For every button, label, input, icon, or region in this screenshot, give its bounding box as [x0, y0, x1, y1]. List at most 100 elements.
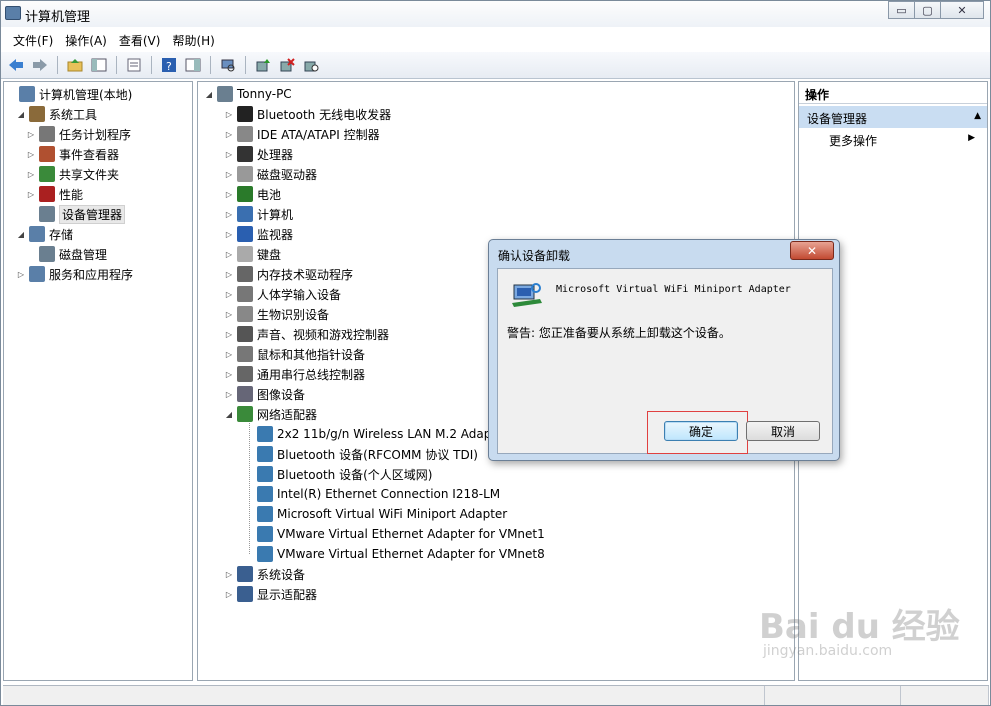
- network-adapter-item[interactable]: VMware Virtual Ethernet Adapter for VMne…: [244, 544, 545, 564]
- title-bar: 计算机管理 ▭ ▢ ✕: [1, 1, 990, 27]
- ok-button[interactable]: 确定: [664, 421, 738, 441]
- device-icon: [217, 86, 233, 102]
- collapsed-arrow-icon[interactable]: ▷: [26, 130, 36, 139]
- category-node[interactable]: ▷ 磁盘驱动器: [224, 164, 317, 184]
- collapsed-arrow-icon[interactable]: ▷: [224, 230, 234, 239]
- collapsed-arrow-icon[interactable]: ▷: [224, 310, 234, 319]
- expanded-arrow-icon[interactable]: ◢: [224, 410, 234, 419]
- device-label: IDE ATA/ATAPI 控制器: [257, 127, 380, 142]
- submenu-arrow-icon: ▶: [968, 133, 975, 143]
- collapsed-arrow-icon[interactable]: ▷: [224, 150, 234, 159]
- action-pane-icon[interactable]: [182, 54, 204, 76]
- category-node[interactable]: ▷ 计算机: [224, 204, 293, 224]
- collapsed-arrow-icon[interactable]: ▷: [224, 290, 234, 299]
- event-viewer-node[interactable]: ▷ 事件查看器: [26, 144, 119, 164]
- export-list-icon[interactable]: [123, 54, 145, 76]
- device-label: 监视器: [257, 227, 294, 242]
- category-node[interactable]: ▷ 处理器: [224, 144, 293, 164]
- menu-bar: 文件(F) 操作(A) 查看(V) 帮助(H): [1, 29, 990, 51]
- device-manager-icon: [39, 206, 55, 222]
- category-node[interactable]: ▷ Bluetooth 无线电收发器: [224, 104, 391, 124]
- collapsed-arrow-icon[interactable]: ▷: [224, 250, 234, 259]
- shared-folders-icon: [39, 166, 55, 182]
- category-node[interactable]: ▷ IDE ATA/ATAPI 控制器: [224, 124, 380, 144]
- network-adapter-item[interactable]: Microsoft Virtual WiFi Miniport Adapter: [244, 504, 507, 524]
- show-hide-tree-icon[interactable]: [88, 54, 110, 76]
- collapsed-arrow-icon[interactable]: ▷: [224, 390, 234, 399]
- collapsed-arrow-icon[interactable]: ▷: [224, 270, 234, 279]
- expanded-arrow-icon[interactable]: ◢: [16, 230, 26, 239]
- collapsed-arrow-icon[interactable]: ▷: [224, 590, 234, 599]
- cancel-button[interactable]: 取消: [746, 421, 820, 441]
- category-node[interactable]: ▷ 监视器: [224, 224, 293, 244]
- collapsed-arrow-icon[interactable]: ▷: [16, 270, 26, 279]
- task-scheduler-node[interactable]: ▷ 任务计划程序: [26, 124, 131, 144]
- more-actions-item[interactable]: 更多操作: [829, 132, 877, 149]
- scan-hardware-icon[interactable]: [217, 54, 239, 76]
- collapsed-arrow-icon[interactable]: ▷: [224, 210, 234, 219]
- network-adapter-item[interactable]: Intel(R) Ethernet Connection I218-LM: [244, 484, 500, 504]
- collapsed-arrow-icon[interactable]: ▷: [224, 110, 234, 119]
- collapsed-arrow-icon[interactable]: ▷: [224, 190, 234, 199]
- expanded-arrow-icon[interactable]: ◢: [16, 110, 26, 119]
- category-node[interactable]: ▷ 键盘: [224, 244, 281, 264]
- update-driver-icon[interactable]: [252, 54, 274, 76]
- collapsed-arrow-icon[interactable]: ▷: [26, 190, 36, 199]
- expanded-arrow-icon[interactable]: ◢: [204, 90, 214, 99]
- up-icon[interactable]: [64, 54, 86, 76]
- maximize-button[interactable]: ▢: [914, 1, 940, 19]
- collapsed-arrow-icon[interactable]: ▷: [26, 170, 36, 179]
- device-label: 处理器: [257, 147, 294, 162]
- collapsed-arrow-icon[interactable]: ▷: [224, 170, 234, 179]
- category-node[interactable]: ▷ 系统设备: [224, 564, 305, 584]
- disk-management-node[interactable]: 磁盘管理: [26, 244, 107, 264]
- tree-label: 系统工具: [49, 107, 98, 122]
- device-icon: [237, 586, 253, 602]
- category-node[interactable]: ▷ 人体学输入设备: [224, 284, 341, 304]
- network-adapter-item[interactable]: Bluetooth 设备(RFCOMM 协议 TDI): [244, 444, 478, 464]
- root-node-tonny-pc[interactable]: ◢ Tonny-PC: [204, 84, 292, 104]
- minimize-button[interactable]: ▭: [888, 1, 914, 19]
- uninstall-icon[interactable]: [276, 54, 298, 76]
- category-node[interactable]: ▷ 电池: [224, 184, 281, 204]
- device-label: 电池: [257, 187, 282, 202]
- device-icon: [237, 366, 253, 382]
- collapsed-arrow-icon[interactable]: ▷: [224, 130, 234, 139]
- storage-node[interactable]: ◢ 存储: [16, 224, 73, 244]
- collapsed-arrow-icon[interactable]: ▷: [26, 150, 36, 159]
- network-adapter-item[interactable]: VMware Virtual Ethernet Adapter for VMne…: [244, 524, 545, 544]
- collapsed-arrow-icon[interactable]: ▷: [224, 330, 234, 339]
- collapse-up-icon[interactable]: ▲: [974, 111, 981, 121]
- category-node[interactable]: ▷ 声音、视频和游戏控制器: [224, 324, 389, 344]
- category-node[interactable]: ◢ 网络适配器: [224, 404, 317, 424]
- category-node[interactable]: ▷ 通用串行总线控制器: [224, 364, 365, 384]
- category-node[interactable]: ▷ 显示适配器: [224, 584, 317, 604]
- network-adapter-item[interactable]: 2x2 11b/g/n Wireless LAN M.2 Adap: [244, 424, 491, 444]
- performance-node[interactable]: ▷ 性能: [26, 184, 83, 204]
- disable-icon[interactable]: [300, 54, 322, 76]
- device-icon: [237, 286, 253, 302]
- collapsed-arrow-icon[interactable]: ▷: [224, 350, 234, 359]
- category-node[interactable]: ▷ 生物识别设备: [224, 304, 329, 324]
- menu-help[interactable]: 帮助(H): [166, 32, 220, 49]
- services-and-apps-node[interactable]: ▷ 服务和应用程序: [16, 264, 133, 284]
- dialog-close-button[interactable]: ✕: [790, 241, 834, 260]
- menu-action[interactable]: 操作(A): [59, 32, 113, 49]
- category-node[interactable]: ▷ 图像设备: [224, 384, 305, 404]
- back-icon[interactable]: [5, 54, 27, 76]
- network-adapter-item[interactable]: Bluetooth 设备(个人区域网): [244, 464, 432, 484]
- menu-file[interactable]: 文件(F): [7, 32, 59, 49]
- category-node[interactable]: ▷ 内存技术驱动程序: [224, 264, 353, 284]
- collapsed-arrow-icon[interactable]: ▷: [224, 370, 234, 379]
- device-manager-node[interactable]: 设备管理器: [26, 204, 126, 224]
- system-tools-node[interactable]: ◢ 系统工具: [16, 104, 97, 124]
- menu-view[interactable]: 查看(V): [113, 32, 167, 49]
- actions-section-device-manager[interactable]: 设备管理器 ▲: [799, 106, 987, 128]
- shared-folders-node[interactable]: ▷ 共享文件夹: [26, 164, 119, 184]
- collapsed-arrow-icon[interactable]: ▷: [224, 570, 234, 579]
- category-node[interactable]: ▷ 鼠标和其他指针设备: [224, 344, 365, 364]
- close-button[interactable]: ✕: [940, 1, 984, 19]
- computer-management-node[interactable]: 计算机管理(本地): [6, 84, 132, 104]
- help-icon[interactable]: ?: [158, 54, 180, 76]
- forward-icon[interactable]: [29, 54, 51, 76]
